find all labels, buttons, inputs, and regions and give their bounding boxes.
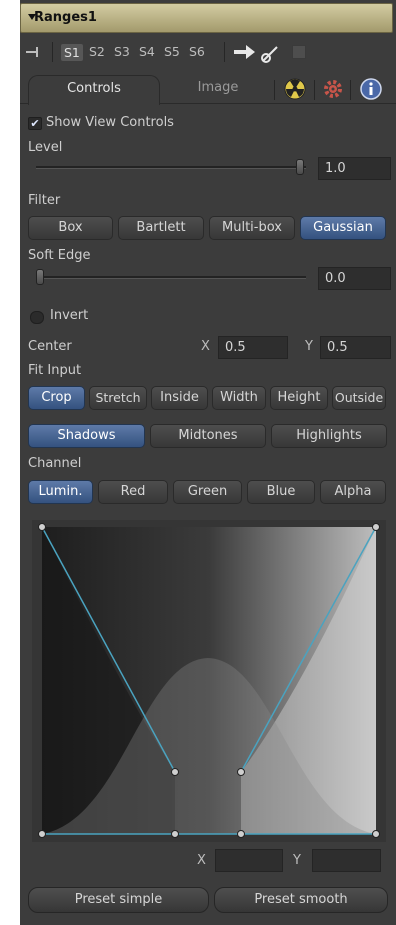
- curve-y-field[interactable]: [312, 849, 381, 872]
- fit-outside-button[interactable]: Outside: [332, 386, 386, 410]
- level-slider-handle[interactable]: [296, 159, 304, 175]
- filter-gaussian-button[interactable]: Gaussian: [300, 216, 386, 240]
- soft-edge-label: Soft Edge: [28, 248, 91, 263]
- filter-bartlett-button[interactable]: Bartlett: [118, 216, 204, 240]
- center-x-label: X: [201, 339, 210, 354]
- tab-controls[interactable]: Controls: [28, 75, 160, 105]
- separator: [224, 42, 225, 62]
- fit-inside-button[interactable]: Inside: [151, 386, 208, 410]
- separator: [274, 80, 275, 100]
- preset-simple-button[interactable]: Preset simple: [28, 887, 209, 913]
- filter-box-button[interactable]: Box: [28, 216, 113, 240]
- channel-alpha-button[interactable]: Alpha: [320, 480, 386, 504]
- gear-icon[interactable]: [322, 78, 344, 100]
- show-view-controls-checkbox[interactable]: ✔: [28, 117, 42, 130]
- soft-edge-value-field[interactable]: 0.0: [318, 267, 391, 290]
- disabled-tool-icon: [292, 45, 306, 59]
- channel-luminance-button[interactable]: Lumin.: [28, 480, 93, 504]
- channel-blue-button[interactable]: Blue: [247, 480, 315, 504]
- tab-image[interactable]: Image: [168, 75, 268, 101]
- slot-s1[interactable]: S1: [61, 44, 83, 61]
- highlights-button[interactable]: Highlights: [271, 424, 387, 448]
- shadows-button[interactable]: Shadows: [28, 424, 145, 448]
- wand-icon[interactable]: [260, 42, 282, 64]
- level-slider-track[interactable]: [36, 166, 306, 169]
- tool-title: Ranges1: [34, 10, 97, 25]
- fit-crop-button[interactable]: Crop: [28, 386, 85, 410]
- level-value-field[interactable]: 1.0: [318, 157, 391, 180]
- slot-s4[interactable]: S4: [139, 44, 155, 59]
- ranges-curve-editor[interactable]: [32, 520, 386, 842]
- arrow-right-icon[interactable]: [234, 44, 256, 60]
- soft-edge-slider-track[interactable]: [36, 276, 306, 279]
- filter-multibox-button[interactable]: Multi-box: [209, 216, 295, 240]
- center-x-field[interactable]: 0.5: [218, 336, 288, 359]
- slot-s6[interactable]: S6: [189, 44, 205, 59]
- fit-input-label: Fit Input: [28, 363, 82, 378]
- fit-stretch-button[interactable]: Stretch: [89, 386, 147, 410]
- show-view-controls-label: Show View Controls: [46, 115, 174, 130]
- preset-smooth-button[interactable]: Preset smooth: [214, 887, 388, 913]
- radioactive-icon[interactable]: [284, 78, 306, 100]
- channel-red-button[interactable]: Red: [98, 480, 168, 504]
- separator: [314, 80, 315, 100]
- invert-checkbox[interactable]: [30, 311, 44, 324]
- curve-x-label: X: [197, 853, 206, 868]
- slot-s2[interactable]: S2: [89, 44, 105, 59]
- channel-label: Channel: [28, 456, 82, 471]
- soft-edge-slider-handle[interactable]: [36, 269, 44, 285]
- invert-label: Invert: [50, 308, 89, 323]
- separator: [350, 80, 351, 100]
- slot-s5[interactable]: S5: [164, 44, 180, 59]
- center-y-label: Y: [305, 339, 313, 354]
- channel-green-button[interactable]: Green: [173, 480, 242, 504]
- slot-s3[interactable]: S3: [114, 44, 130, 59]
- curve-y-label: Y: [293, 853, 301, 868]
- filter-label: Filter: [28, 193, 61, 208]
- pin-icon[interactable]: [26, 46, 42, 58]
- info-icon[interactable]: [360, 78, 382, 100]
- level-label: Level: [28, 140, 63, 155]
- center-label: Center: [28, 339, 72, 354]
- fit-width-button[interactable]: Width: [212, 386, 266, 410]
- midtones-button[interactable]: Midtones: [150, 424, 266, 448]
- center-y-field[interactable]: 0.5: [320, 336, 391, 359]
- separator: [52, 42, 53, 62]
- fit-height-button[interactable]: Height: [270, 386, 328, 410]
- curve-x-field[interactable]: [215, 849, 283, 872]
